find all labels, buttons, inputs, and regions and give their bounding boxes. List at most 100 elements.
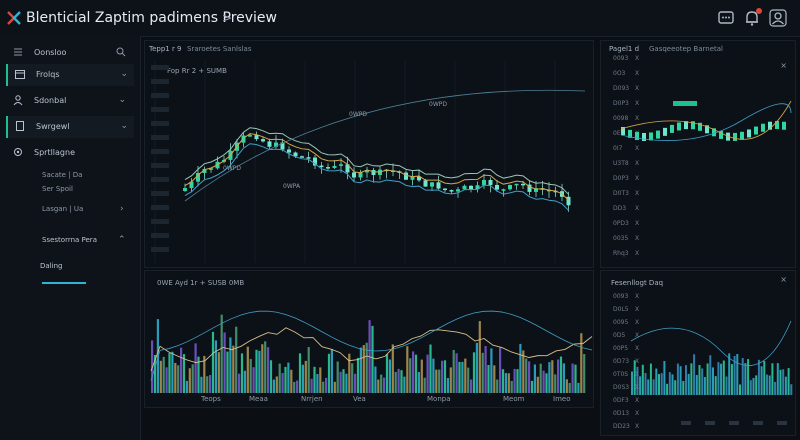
volume-bar	[580, 333, 583, 393]
volume-bar	[191, 364, 194, 393]
chevron-right-icon[interactable]: ›	[120, 204, 124, 214]
volume-bar	[374, 366, 377, 393]
depth-bar	[690, 363, 693, 395]
volume-bar	[275, 376, 278, 393]
sidebar-search[interactable]: Oonsloo	[6, 42, 132, 64]
volume-bar	[243, 370, 246, 393]
axis-tick	[151, 65, 169, 70]
volume-bar	[177, 365, 180, 393]
volume-bar	[400, 370, 403, 393]
volume-bar	[554, 374, 557, 393]
depth-bar	[652, 379, 655, 395]
volume-bar	[545, 373, 548, 393]
sidebar-item-label: Frolqs	[36, 70, 60, 79]
depth-bar	[671, 374, 674, 395]
depth-bar	[741, 358, 744, 395]
volume-bar	[470, 379, 473, 393]
depth-bar	[641, 364, 644, 395]
depth-bar	[717, 362, 720, 395]
sidebar-subitem[interactable]: Lasgan | Ua	[42, 205, 83, 213]
volume-bar	[211, 331, 215, 393]
chevron-right-icon[interactable]: >	[222, 11, 232, 25]
x-tick-label: Vea	[353, 395, 366, 403]
volume-bar	[287, 362, 290, 393]
volume-bar	[168, 352, 171, 393]
volume-bar	[449, 367, 452, 393]
candle-body	[775, 121, 779, 130]
volume-bar	[565, 379, 568, 393]
depth-bar	[784, 376, 787, 395]
volume-bar	[206, 376, 209, 393]
depth-bar	[695, 374, 698, 395]
volume-bar	[426, 354, 429, 393]
volume-bar-chart[interactable]	[145, 271, 593, 407]
depth-panel: Fesenllogt Daq × 0093 X D0L5 X 0095 X 0D5 X 00P5…	[600, 270, 796, 436]
depth-bar	[647, 379, 650, 395]
axis-tick	[777, 421, 787, 425]
volume-chart-panel: 0WE Ayd 1r + SUSB 0MB Teops Meaa Nrrjen …	[144, 270, 594, 408]
volume-bar	[438, 369, 441, 393]
mini-chart[interactable]	[601, 41, 795, 267]
depth-bar	[636, 366, 639, 395]
candlestick-chart[interactable]	[145, 41, 593, 267]
volume-bar	[307, 346, 310, 393]
depth-bar	[749, 380, 752, 395]
sidebar-subitem[interactable]: Ssestorrna Pera	[42, 236, 97, 244]
candle-body	[241, 135, 246, 143]
sidebar-subitem[interactable]: Ser Spoil	[42, 185, 73, 193]
volume-bar	[188, 368, 191, 393]
volume-bar	[412, 351, 415, 393]
axis-tick	[753, 421, 763, 425]
volume-bar	[441, 360, 444, 393]
sidebar-item-sdonbal[interactable]: Sdonbal ⌄	[6, 90, 132, 112]
depth-chart[interactable]	[601, 271, 795, 435]
volume-bar	[504, 373, 507, 393]
candle-body	[677, 122, 681, 131]
depth-bar	[755, 375, 758, 395]
chat-icon[interactable]	[716, 8, 736, 28]
depth-bar	[768, 375, 771, 395]
volume-bar	[432, 358, 435, 393]
doc-icon	[16, 121, 24, 131]
candle-body	[747, 129, 751, 138]
sidebar-item-label: Sprtllagne	[34, 148, 75, 157]
search-icon[interactable]	[116, 47, 126, 57]
depth-bar	[779, 369, 782, 395]
volume-bar	[322, 381, 325, 393]
candle-body	[371, 170, 376, 175]
candle-body	[183, 188, 187, 191]
axis-tick	[151, 163, 169, 168]
candle-body	[649, 132, 653, 141]
volume-bar	[490, 348, 493, 393]
depth-bar	[644, 373, 647, 395]
close-icon[interactable]: ×	[780, 61, 787, 70]
volume-bar	[185, 380, 188, 393]
volume-bar	[380, 374, 383, 393]
sidebar-item-swrgewl[interactable]: Swrgewl ⌄	[6, 116, 134, 138]
volume-bar	[507, 373, 510, 393]
candle-body	[332, 165, 337, 168]
depth-bar	[725, 376, 728, 395]
chevron-up-icon[interactable]: ⌃	[118, 235, 126, 245]
depth-bar	[631, 371, 633, 395]
user-icon[interactable]	[768, 8, 788, 28]
sidebar-subitem[interactable]: Daling	[40, 262, 62, 270]
bell-icon[interactable]	[742, 8, 762, 28]
volume-bar	[255, 349, 258, 393]
volume-bar	[530, 380, 534, 393]
volume-bar	[298, 353, 302, 393]
depth-bar	[679, 366, 682, 395]
calendar-icon	[15, 70, 25, 79]
volume-bar	[394, 371, 397, 393]
sidebar-subitem[interactable]: Sacate | Da	[42, 171, 82, 179]
x-tick-label: Meom	[503, 395, 525, 403]
sidebar-item-frolqs[interactable]: Frolqs ⌄	[6, 64, 134, 86]
sidebar-item-sprtllagne[interactable]: Sprtllagne	[6, 142, 132, 164]
volume-bar	[301, 364, 304, 393]
depth-bar	[682, 380, 685, 395]
volume-bar	[293, 381, 296, 393]
volume-bar	[539, 363, 542, 393]
volume-bar	[583, 354, 586, 393]
moving-average-line	[184, 133, 569, 201]
candle-body	[404, 172, 408, 180]
